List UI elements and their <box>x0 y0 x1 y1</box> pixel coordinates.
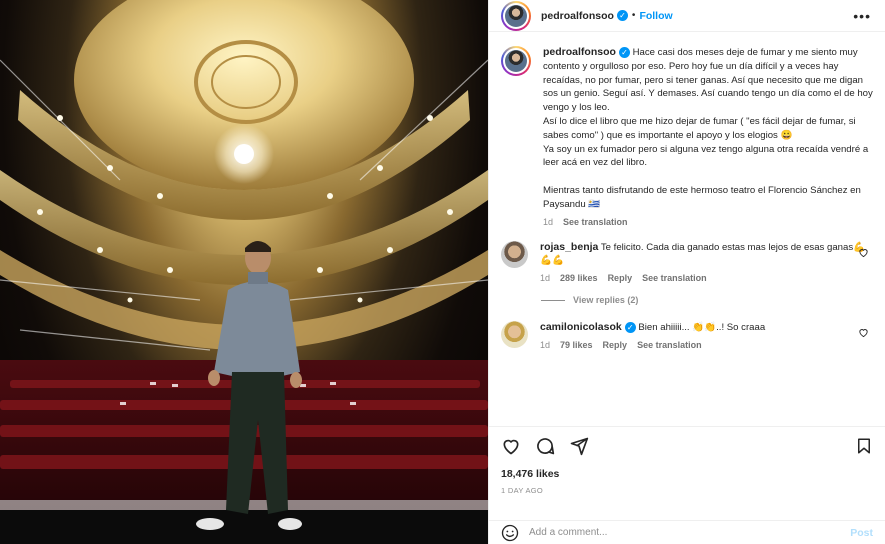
comment-item: camilonicolasok ✓ Bien ahiiiii... 👏👏..! S… <box>501 321 873 350</box>
caption-line: Mientras tanto disfrutando de este hermo… <box>543 184 861 210</box>
author-username[interactable]: pedroalfonsoo <box>541 10 614 22</box>
post-timestamp[interactable]: 1 DAY AGO <box>501 486 873 495</box>
emoji-icon[interactable] <box>501 524 519 542</box>
comment-input[interactable] <box>529 527 851 538</box>
comment-meta: 1d 79 likes Reply See translation <box>540 340 873 350</box>
author-avatar[interactable] <box>501 0 531 31</box>
add-comment-bar: Post <box>489 520 885 544</box>
view-replies-label: View replies (2) <box>573 295 639 306</box>
reply-button[interactable]: Reply <box>603 340 628 350</box>
caption-avatar[interactable] <box>501 46 531 76</box>
comment-text: camilonicolasok ✓ Bien ahiiiii... 👏👏..! S… <box>540 321 873 335</box>
comment-item: rojas_benja Te felicito. Cada dia ganado… <box>501 240 873 283</box>
action-bar <box>501 436 873 456</box>
post-comment-button[interactable]: Post <box>850 527 873 539</box>
theatre-photo <box>0 0 488 544</box>
see-translation-link[interactable]: See translation <box>642 273 707 283</box>
post-dialog: pedroalfonsoo ✓ • Follow ••• pedroalfons… <box>0 0 885 544</box>
comment-meta: 1d 289 likes Reply See translation <box>540 273 873 283</box>
post-header: pedroalfonsoo ✓ • Follow ••• <box>489 0 885 32</box>
post-sidebar: pedroalfonsoo ✓ • Follow ••• pedroalfons… <box>488 0 885 544</box>
commenter-username[interactable]: camilonicolasok <box>540 321 622 333</box>
comment-time[interactable]: 1d <box>540 340 550 350</box>
heart-icon[interactable] <box>501 436 521 456</box>
verified-badge-icon: ✓ <box>624 322 636 334</box>
comment-like-heart-icon[interactable] <box>858 247 869 258</box>
more-options-icon[interactable]: ••• <box>853 8 871 24</box>
see-translation-link[interactable]: See translation <box>563 217 628 227</box>
commenter-username[interactable]: rojas_benja <box>540 241 598 253</box>
caption: pedroalfonsoo ✓ Hace casi dos meses deje … <box>501 46 873 227</box>
comment-likes[interactable]: 289 likes <box>560 273 598 283</box>
replies-divider <box>541 299 565 301</box>
header-separator: • <box>631 10 636 21</box>
verified-badge-icon: ✓ <box>616 10 628 21</box>
comment-time[interactable]: 1d <box>540 273 550 283</box>
caption-line <box>543 170 873 184</box>
caption-text: pedroalfonsoo ✓ Hace casi dos meses deje … <box>543 46 873 212</box>
caption-meta: 1d See translation <box>543 217 873 227</box>
comment-icon[interactable] <box>535 436 555 456</box>
follow-button[interactable]: Follow <box>639 10 672 22</box>
post-actions: 18,476 likes 1 DAY AGO <box>489 426 885 495</box>
verified-badge-icon: ✓ <box>618 46 630 58</box>
see-translation-link[interactable]: See translation <box>637 340 702 350</box>
commenter-avatar[interactable] <box>501 321 528 349</box>
bookmark-icon[interactable] <box>855 436 873 456</box>
comment-text: rojas_benja Te felicito. Cada dia ganado… <box>540 241 873 269</box>
comment-likes[interactable]: 79 likes <box>560 340 593 350</box>
caption-username[interactable]: pedroalfonsoo <box>543 46 616 58</box>
reply-button[interactable]: Reply <box>608 273 633 283</box>
view-replies-button[interactable]: View replies (2) <box>541 295 873 305</box>
comments-list[interactable]: pedroalfonsoo ✓ Hace casi dos meses deje … <box>489 32 885 424</box>
comment-body: Bien ahiiiii... 👏👏..! So craaa <box>638 322 766 334</box>
comment-like-heart-icon[interactable] <box>858 327 869 338</box>
post-likes-count[interactable]: 18,476 likes <box>501 468 873 480</box>
caption-time[interactable]: 1d <box>543 217 553 227</box>
caption-line: Así lo dice el libro que me hizo dejar d… <box>543 115 856 141</box>
commenter-avatar[interactable] <box>501 240 528 268</box>
share-icon[interactable] <box>569 436 589 456</box>
post-image[interactable] <box>0 0 488 544</box>
caption-line: Ya soy un ex fumador pero si alguna vez … <box>543 143 869 169</box>
